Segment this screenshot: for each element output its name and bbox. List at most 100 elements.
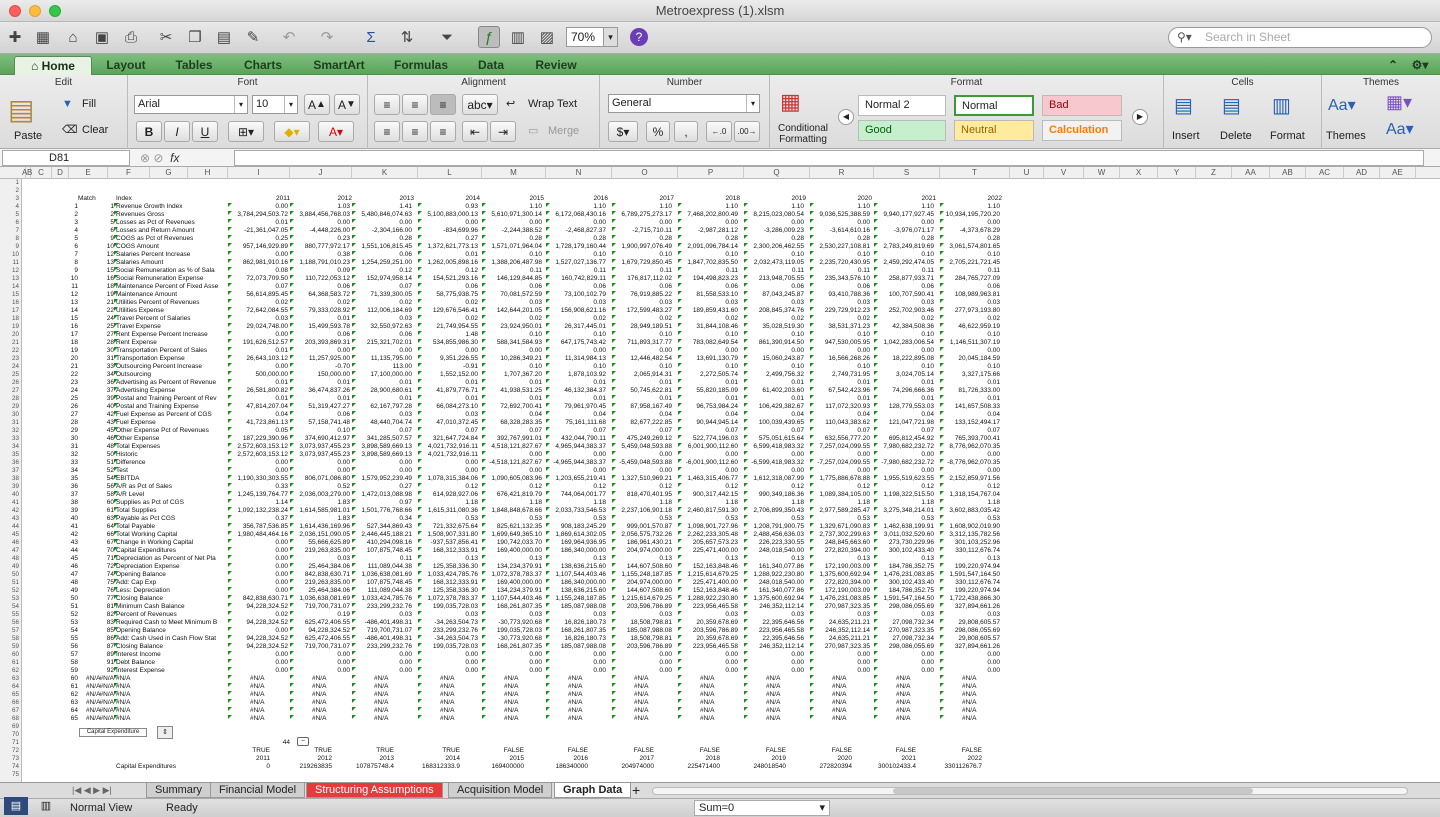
tab-formulas[interactable]: Formulas <box>388 56 454 75</box>
data-cell[interactable]: #N/A <box>568 715 608 723</box>
row-header[interactable]: 25 <box>0 371 22 379</box>
data-cell[interactable]: #N/A <box>374 699 414 707</box>
row-header[interactable]: 17 <box>0 307 22 315</box>
data-cell[interactable]: #N/A <box>374 683 414 691</box>
data-cell[interactable]: 36,474,837.26 <box>290 387 350 395</box>
data-cell[interactable]: 330,112,676.74 <box>940 547 1000 555</box>
data-cell[interactable]: 138,636,215.60 <box>546 587 606 595</box>
data-cell[interactable]: 110,043,383.62 <box>810 419 870 427</box>
horizontal-scrollbar[interactable] <box>652 787 1408 795</box>
data-cell[interactable]: 0.00 <box>940 451 1000 459</box>
row-header[interactable]: 24 <box>0 363 22 371</box>
data-cell[interactable]: 0.00 <box>744 451 804 459</box>
row-header[interactable]: 38 <box>0 475 22 483</box>
data-cell[interactable]: 111,089,044.38 <box>352 587 412 595</box>
data-cell[interactable]: 0.00 <box>744 651 804 659</box>
data-cell[interactable]: #N/A <box>896 675 936 683</box>
data-cell[interactable]: 0.12 <box>352 267 412 275</box>
row-header[interactable]: 4 <box>0 203 22 211</box>
data-cell[interactable]: 20,359,678.69 <box>678 635 738 643</box>
data-cell[interactable]: #N/A <box>312 675 352 683</box>
minimize-window-button[interactable] <box>29 5 41 17</box>
data-cell[interactable]: 647,175,743.42 <box>546 339 606 347</box>
data-cell[interactable]: #N/A <box>504 691 544 699</box>
data-cell[interactable]: 0.00 <box>290 459 350 467</box>
data-cell[interactable]: 3,884,456,768.03 <box>290 211 350 219</box>
capex-value-cell[interactable]: 204974000 <box>612 763 654 771</box>
row-header[interactable]: 46 <box>0 539 22 547</box>
data-cell[interactable]: 0.04 <box>228 411 288 419</box>
data-cell[interactable]: 0.10 <box>874 363 934 371</box>
data-cell[interactable]: 2,272,505.74 <box>678 371 738 379</box>
data-cell[interactable]: 0.00 <box>874 651 934 659</box>
data-cell[interactable]: 0.06 <box>940 283 1000 291</box>
data-cell[interactable]: 0.53 <box>874 515 934 523</box>
data-cell[interactable]: 94,228,324.52 <box>290 627 350 635</box>
data-cell[interactable]: -3,286,009.23 <box>744 227 804 235</box>
data-cell[interactable]: 1,033,424,785.76 <box>418 571 478 579</box>
data-cell[interactable]: 341,285,507.57 <box>352 435 412 443</box>
bool-cell[interactable]: FALSE <box>940 747 982 755</box>
data-cell[interactable]: 2,033,733,546.53 <box>546 507 606 515</box>
row-header[interactable]: 73 <box>0 755 22 763</box>
data-cell[interactable]: 1,190,330,303.55 <box>228 475 288 483</box>
data-cell[interactable]: 0.11 <box>612 267 672 275</box>
data-cell[interactable]: 0.28 <box>744 235 804 243</box>
data-cell[interactable]: 0.06 <box>678 283 738 291</box>
data-cell[interactable]: -6,599,418,983.32 <box>744 459 804 467</box>
row-header[interactable]: 33 <box>0 435 22 443</box>
data-cell[interactable]: 0.03 <box>940 611 1000 619</box>
data-cell[interactable]: 0.10 <box>744 363 804 371</box>
tab-review[interactable]: Review <box>528 56 584 75</box>
data-cell[interactable]: #N/A <box>766 699 806 707</box>
data-cell[interactable]: 0.00 <box>352 219 412 227</box>
data-cell[interactable]: 76,919,885.22 <box>612 291 672 299</box>
data-cell[interactable]: 300,102,433.40 <box>874 547 934 555</box>
data-cell[interactable]: 0.23 <box>290 235 350 243</box>
data-cell[interactable]: 160,742,829.11 <box>546 275 606 283</box>
data-cell[interactable]: 588,341,584.93 <box>482 339 542 347</box>
data-cell[interactable]: 0.13 <box>810 555 870 563</box>
data-cell[interactable]: 191,626,512.57 <box>228 339 288 347</box>
data-cell[interactable]: 223,956,465.58 <box>678 643 738 651</box>
data-cell[interactable]: 0.03 <box>678 299 738 307</box>
data-cell[interactable]: 1,090,605,083.96 <box>482 475 542 483</box>
data-cell[interactable]: 1,615,311,080.36 <box>418 507 478 515</box>
data-cell[interactable]: 61,402,203.60 <box>744 387 804 395</box>
data-cell[interactable]: #N/A <box>634 691 674 699</box>
data-cell[interactable]: #N/A <box>568 691 608 699</box>
data-cell[interactable]: 248,018,540.00 <box>744 547 804 555</box>
data-cell[interactable]: 204,974,000.00 <box>612 547 672 555</box>
data-cell[interactable]: 0.03 <box>612 299 672 307</box>
data-cell[interactable]: -0.91 <box>418 363 478 371</box>
row-header[interactable]: 16 <box>0 299 22 307</box>
data-cell[interactable]: 273,730,229.96 <box>874 539 934 547</box>
data-cell[interactable]: 8,776,962,070.35 <box>940 443 1000 451</box>
data-cell[interactable]: 719,700,731.07 <box>352 627 412 635</box>
data-cell[interactable]: 1,527,027,136.77 <box>546 259 606 267</box>
data-cell[interactable]: 0.04 <box>678 411 738 419</box>
row-header[interactable]: 27 <box>0 387 22 395</box>
data-cell[interactable]: 0.08 <box>228 267 288 275</box>
data-cell[interactable]: 9,351,226.55 <box>418 355 478 363</box>
data-cell[interactable]: 2,262,233,305.48 <box>678 531 738 539</box>
data-cell[interactable]: 0.10 <box>612 331 672 339</box>
data-cell[interactable]: 1.10 <box>940 203 1000 211</box>
sheet-tab-acquisition-model[interactable]: Acquisition Model <box>448 783 553 798</box>
data-cell[interactable]: 8,215,023,080.54 <box>744 211 804 219</box>
bool-cell[interactable]: FALSE <box>874 747 916 755</box>
data-cell[interactable]: 2,737,302,299.63 <box>810 531 870 539</box>
data-cell[interactable]: 2,152,859,971.56 <box>940 475 1000 483</box>
data-cell[interactable]: -21,361,047.05 <box>228 227 288 235</box>
data-cell[interactable]: 42,384,508.36 <box>874 323 934 331</box>
year-cell[interactable]: 2012 <box>290 755 332 763</box>
data-cell[interactable]: 1.18 <box>546 499 606 507</box>
data-cell[interactable]: 0.03 <box>744 611 804 619</box>
data-cell[interactable]: 0.06 <box>352 251 412 259</box>
row-header[interactable]: 71 <box>0 739 22 747</box>
data-cell[interactable]: #N/A <box>766 691 806 699</box>
data-cell[interactable]: 0.10 <box>482 363 542 371</box>
data-cell[interactable]: #N/A <box>250 691 290 699</box>
data-cell[interactable]: 186,961,430.21 <box>612 539 672 547</box>
data-cell[interactable]: 112,006,184.69 <box>352 307 412 315</box>
